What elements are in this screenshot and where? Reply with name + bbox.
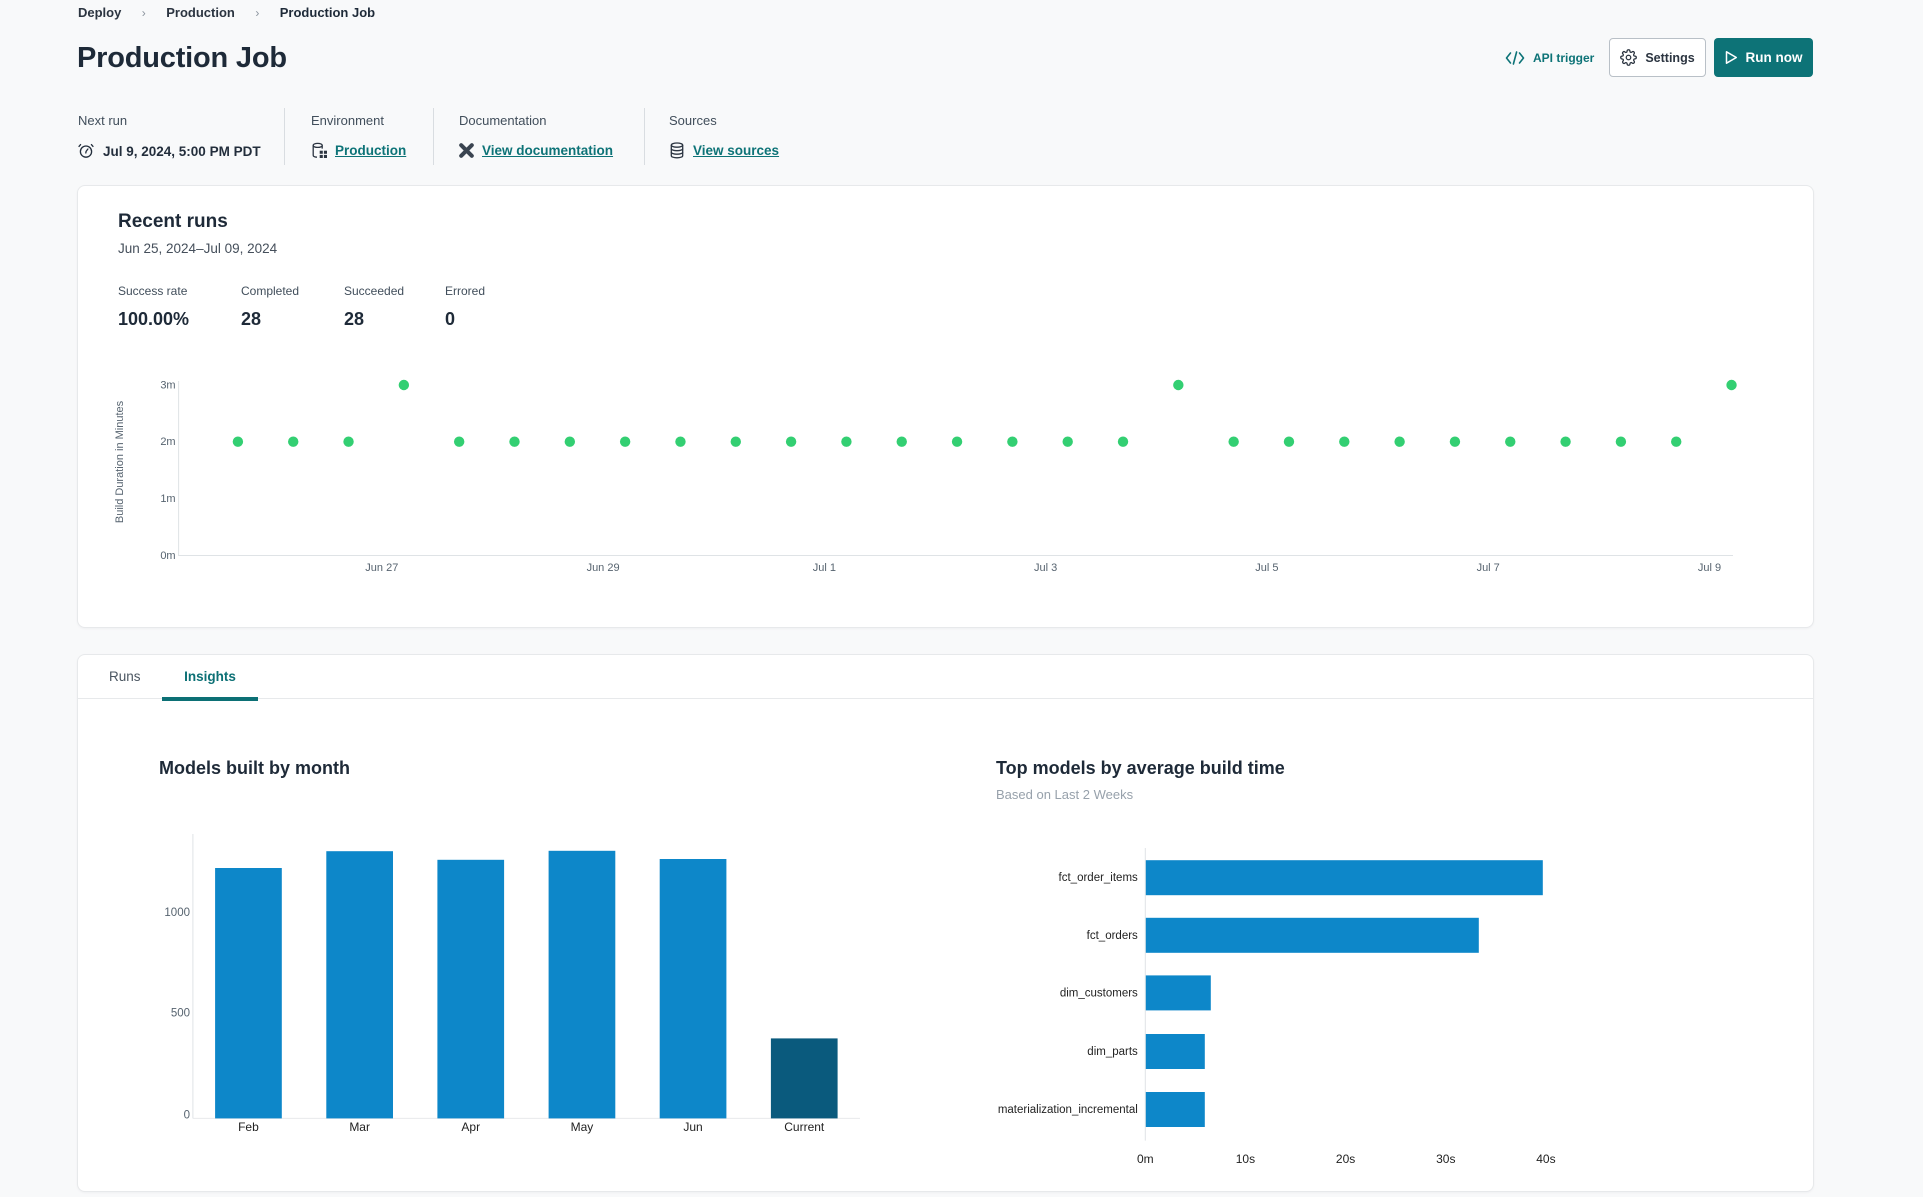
svg-text:1m: 1m [160,493,175,505]
svg-text:10s: 10s [1236,1152,1255,1166]
svg-text:Jul 5: Jul 5 [1255,562,1278,574]
svg-text:Feb: Feb [238,1120,259,1134]
svg-text:0: 0 [184,1110,190,1122]
svg-text:0m: 0m [1137,1152,1154,1166]
svg-text:Current: Current [784,1120,825,1134]
svg-text:Jun 29: Jun 29 [587,562,620,574]
svg-text:Jul 1: Jul 1 [813,562,836,574]
svg-text:2m: 2m [160,436,175,448]
svg-text:0m: 0m [160,550,175,562]
svg-text:Jun 27: Jun 27 [365,562,398,574]
svg-text:dim_parts: dim_parts [1087,1046,1138,1058]
svg-text:40s: 40s [1536,1152,1555,1166]
svg-text:fct_orders: fct_orders [1087,930,1138,942]
svg-text:30s: 30s [1436,1152,1455,1166]
svg-text:Apr: Apr [461,1120,480,1134]
svg-text:3m: 3m [160,379,175,391]
svg-text:20s: 20s [1336,1152,1355,1166]
svg-text:500: 500 [171,1008,190,1020]
svg-text:Jun: Jun [683,1120,702,1134]
svg-text:Mar: Mar [349,1120,370,1134]
svg-text:May: May [571,1120,594,1134]
svg-text:Build Duration in Minutes: Build Duration in Minutes [114,400,126,523]
svg-text:fct_order_items: fct_order_items [1059,872,1139,884]
svg-text:Jul 3: Jul 3 [1034,562,1057,574]
svg-text:dim_customers: dim_customers [1060,987,1138,999]
svg-text:materialization_incremental: materialization_incremental [998,1104,1138,1116]
svg-text:Jul 7: Jul 7 [1477,562,1500,574]
svg-text:Jul 9: Jul 9 [1698,562,1721,574]
svg-text:1000: 1000 [164,907,190,919]
